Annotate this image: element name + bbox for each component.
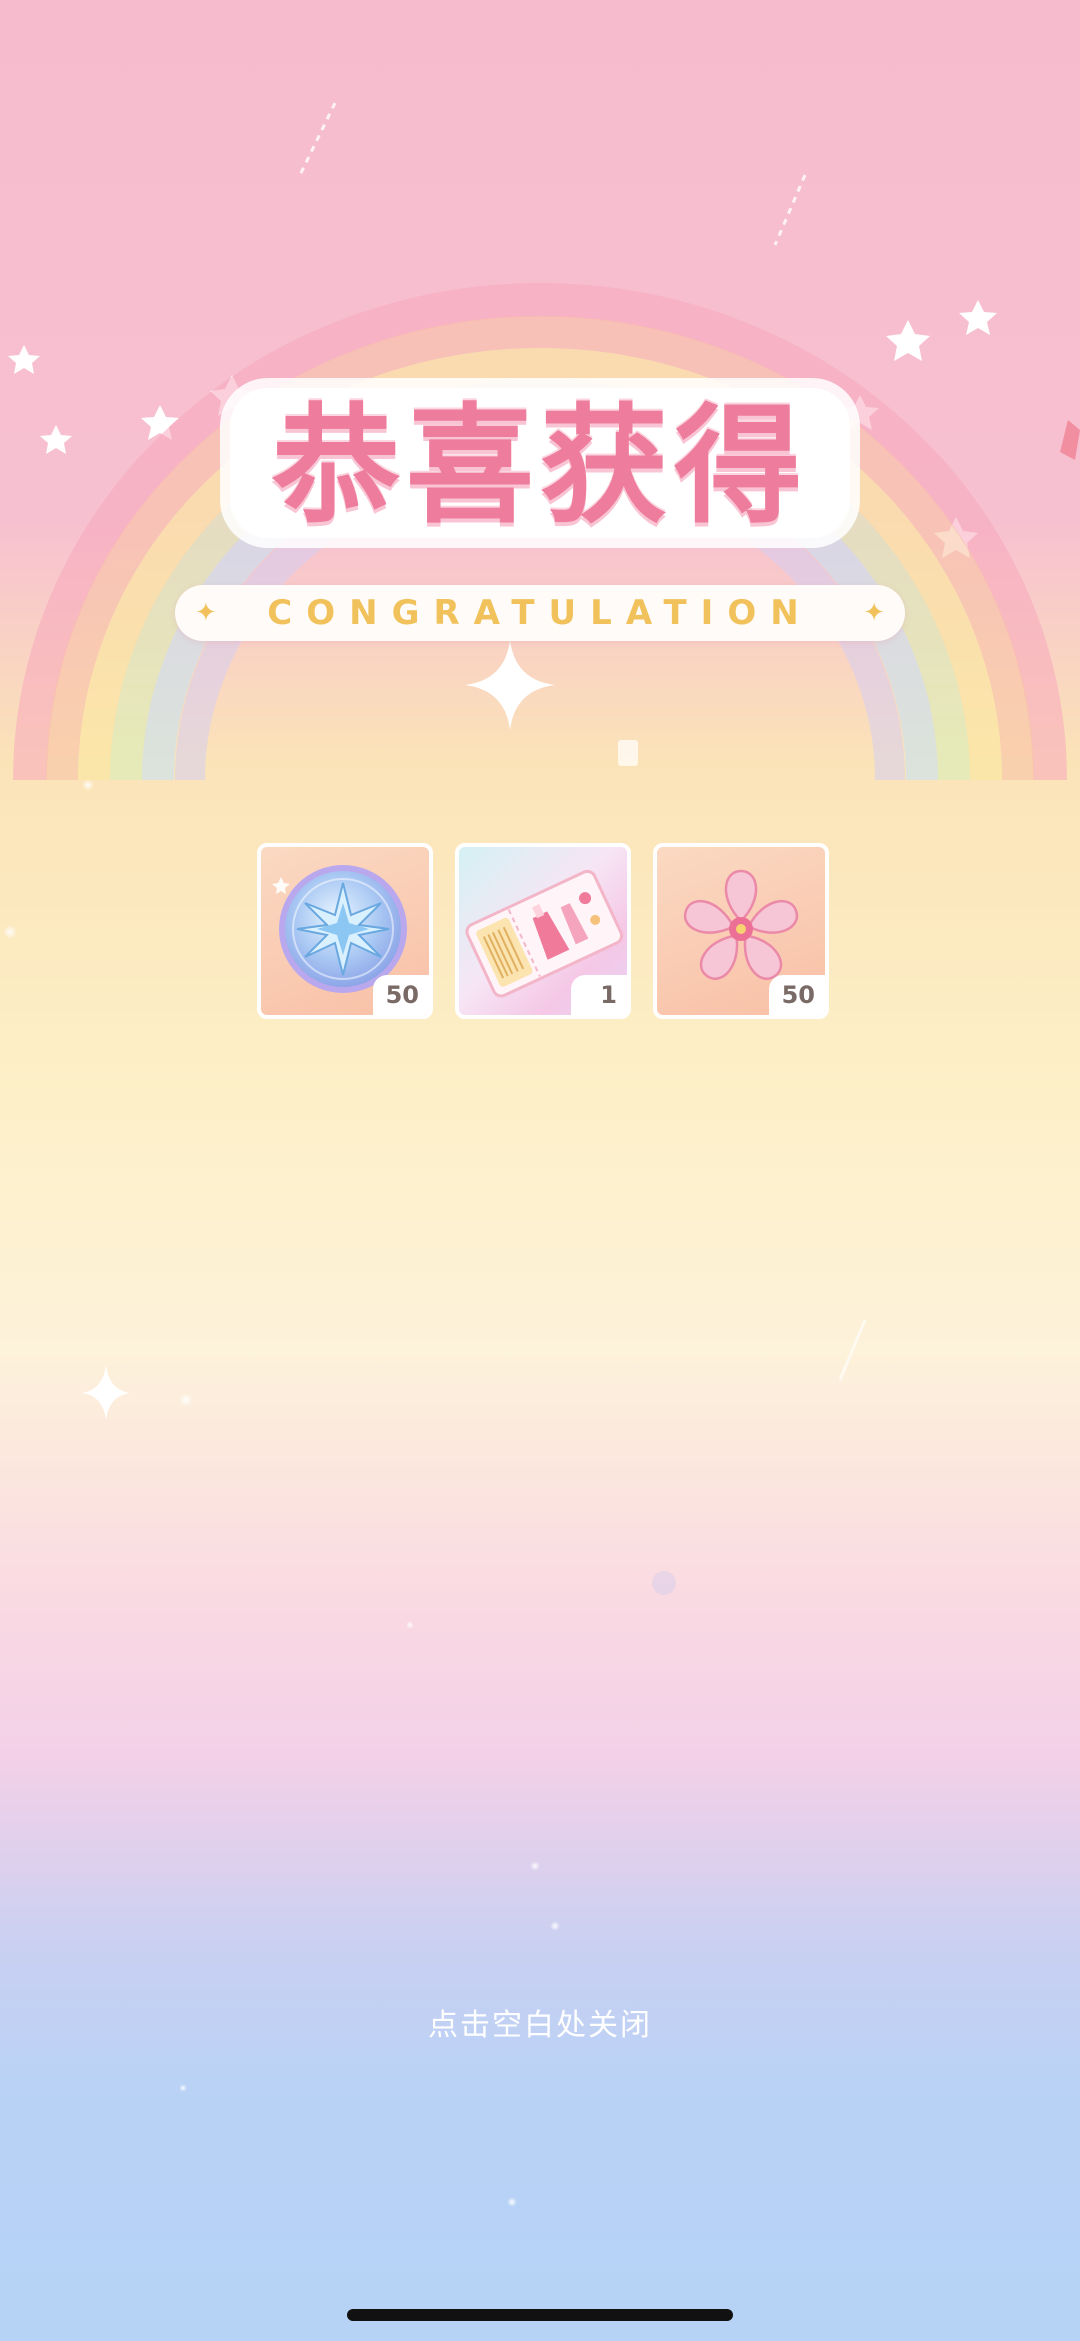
reward-count: 1: [571, 975, 627, 1015]
reward-item-sakura[interactable]: 50: [653, 843, 829, 1019]
congratulation-banner: ✦ CONGRATULATION ✦: [175, 585, 905, 641]
congratulation-text: CONGRATULATION: [267, 593, 813, 633]
title-banner: 恭喜获得: [190, 378, 890, 568]
reward-count: 50: [769, 975, 825, 1015]
reward-count: 50: [373, 975, 429, 1015]
reward-item-star-coin[interactable]: 50: [257, 843, 433, 1019]
sparkle-icon: ✦: [863, 598, 885, 628]
close-hint[interactable]: 点击空白处关闭: [0, 2000, 1080, 2044]
reward-item-ticket[interactable]: 1: [455, 843, 631, 1019]
home-indicator[interactable]: [347, 2309, 733, 2321]
title-text: 恭喜获得: [271, 392, 808, 541]
